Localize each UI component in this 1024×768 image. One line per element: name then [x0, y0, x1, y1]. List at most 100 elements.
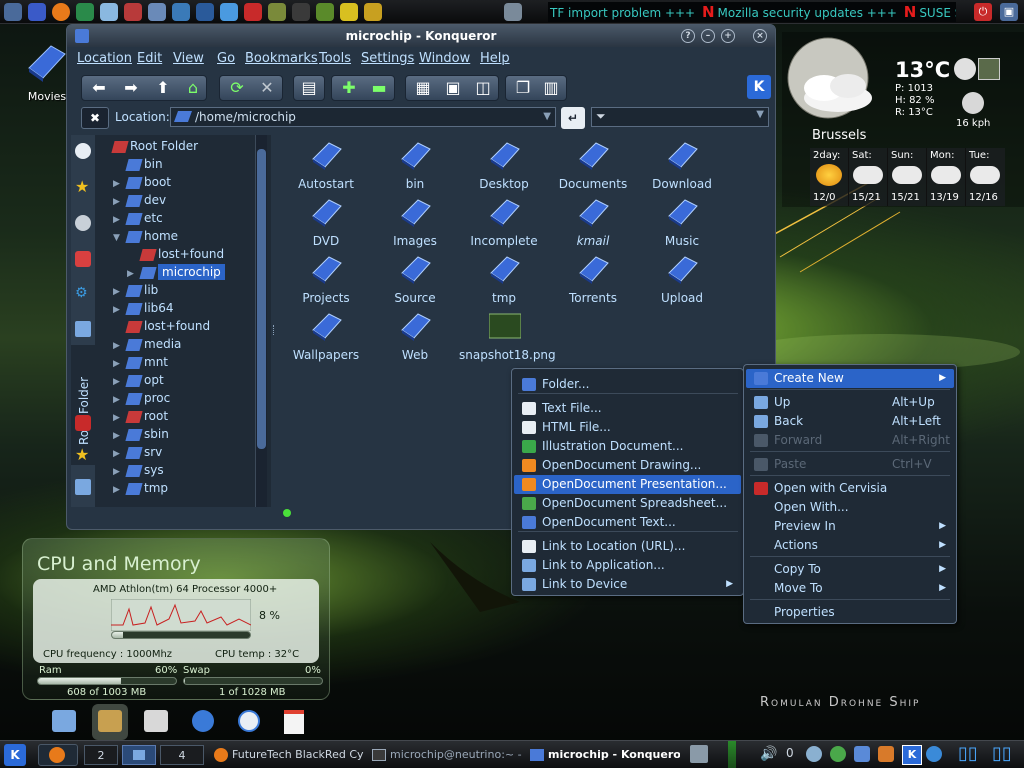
app-icon[interactable] [316, 3, 334, 21]
maximize-button[interactable]: + [721, 29, 735, 43]
tray-icon[interactable] [806, 746, 822, 762]
context-menu-item[interactable]: Actions ▶ [746, 536, 954, 555]
file-item[interactable]: Torrents [548, 253, 638, 309]
menu-bookmarks[interactable]: Bookmarks [245, 51, 318, 66]
network-icon[interactable]: ⚙ [75, 285, 91, 301]
tree-item[interactable]: ▶ sbin [113, 425, 169, 443]
tree-item[interactable]: ▶ lib64 [113, 299, 174, 317]
file-item[interactable]: bin [370, 139, 460, 195]
paste-icon[interactable]: ▥ [536, 76, 566, 100]
desktop-2[interactable]: 2 [84, 745, 118, 765]
task-futuretech[interactable]: FutureTech BlackRed Cyl [214, 745, 364, 765]
tree-item[interactable]: bin [113, 155, 163, 173]
tree-item[interactable]: ▼ home [113, 227, 178, 245]
app-icon[interactable] [100, 3, 118, 21]
context-menu-item[interactable]: Open With... [746, 498, 954, 517]
copy-icon[interactable]: ❐ [508, 76, 538, 100]
go-icon[interactable]: ↵ [561, 107, 585, 129]
expanded-arrow-icon[interactable]: ▼ [113, 229, 127, 247]
app-icon[interactable] [148, 3, 166, 21]
app-icon[interactable] [172, 3, 190, 21]
app-icon[interactable] [28, 3, 46, 21]
app-icon[interactable] [124, 3, 142, 21]
app-icon[interactable] [4, 3, 22, 21]
file-item[interactable]: Wallpapers [281, 310, 371, 366]
trash-icon[interactable] [504, 3, 522, 21]
tree-item[interactable]: ▶ dev [113, 191, 166, 209]
filter-input[interactable]: ⏷ ▼ [591, 107, 769, 127]
context-menu-item[interactable]: Move To ▶ [746, 579, 954, 598]
file-item[interactable]: Autostart [281, 139, 371, 195]
preview-icon[interactable]: ◫ [468, 76, 498, 100]
app-icon[interactable] [364, 3, 382, 21]
star-icon[interactable]: ★ [75, 445, 89, 464]
menu-help[interactable]: Help [480, 51, 510, 66]
create-new-item[interactable]: OpenDocument Drawing... [514, 456, 741, 475]
power-icon[interactable]: ⏻ [974, 3, 992, 21]
file-item[interactable]: Source [370, 253, 460, 309]
calendar-icon[interactable] [284, 710, 304, 734]
media-icon[interactable] [75, 321, 91, 337]
tree-item[interactable]: ▶ mnt [113, 353, 168, 371]
task-terminal[interactable]: microchip@neutrino:~ - Sh [372, 745, 522, 765]
file-item[interactable]: Music [637, 196, 727, 252]
menu-tools[interactable]: Tools [319, 51, 351, 66]
tree-item[interactable]: ▶ microchip [127, 263, 225, 281]
tree-item[interactable]: lost+found [127, 245, 224, 263]
create-new-item[interactable]: OpenDocument Text... [514, 513, 741, 532]
firefox-launcher[interactable] [38, 744, 78, 766]
terminal-icon[interactable] [75, 479, 91, 495]
menu-settings[interactable]: Settings [361, 51, 414, 66]
back-arrow-icon[interactable]: ⬅ [84, 76, 114, 100]
services-icon[interactable] [75, 215, 91, 231]
context-menu-item[interactable]: Copy To ▶ [746, 560, 954, 579]
create-new-item[interactable]: Folder... [514, 375, 741, 394]
clear-location-icon[interactable]: ✖ [81, 107, 109, 129]
forward-arrow-icon[interactable]: ➡ [116, 76, 146, 100]
app-icon[interactable] [340, 3, 358, 21]
tree-item[interactable]: ▶ tmp [113, 479, 168, 497]
file-item[interactable]: snapshot18.png [459, 310, 556, 366]
tray-icon[interactable] [830, 746, 846, 762]
location-input[interactable]: /home/microchip ▼ [170, 107, 556, 127]
create-new-item[interactable]: Link to Application... [514, 556, 741, 575]
file-item[interactable]: kmail [548, 196, 638, 252]
tray-icon[interactable] [854, 746, 870, 762]
context-menu-item[interactable]: Preview In ▶ [746, 517, 954, 536]
app-icon[interactable] [292, 3, 310, 21]
window-titlebar[interactable]: microchip - Konqueror ? – + × [67, 25, 775, 47]
context-menu-item[interactable]: Properties [746, 603, 954, 622]
file-item[interactable]: Images [370, 196, 460, 252]
file-item[interactable]: Download [637, 139, 727, 195]
menu-location[interactable]: Location [77, 51, 132, 66]
task-konqueror[interactable]: microchip - Konqueror [530, 745, 680, 765]
desktop-4[interactable]: 4 [160, 745, 204, 765]
create-new-item[interactable]: Illustration Document... [514, 437, 741, 456]
clock-icon[interactable] [238, 710, 260, 732]
file-item[interactable]: Incomplete [459, 196, 549, 252]
create-new-item[interactable]: Link to Device ▶ [514, 575, 741, 594]
news-ticker[interactable]: TF import problem +++ N Mozilla security … [548, 2, 956, 22]
home-folder-icon[interactable] [75, 251, 91, 267]
tree-item[interactable]: ▶ etc [113, 209, 163, 227]
history-icon[interactable] [75, 143, 91, 159]
tree-item[interactable]: ▶ boot [113, 173, 171, 191]
app-icon[interactable] [268, 3, 286, 21]
help-icon[interactable]: ? [681, 29, 695, 43]
package-icon[interactable] [98, 710, 122, 732]
file-item[interactable]: Desktop [459, 139, 549, 195]
app-icon[interactable] [196, 3, 214, 21]
network-globe-icon[interactable] [192, 710, 214, 732]
tree-scrollbar[interactable] [255, 135, 267, 507]
close-button[interactable]: × [753, 29, 767, 43]
tree-item[interactable]: ▶ lib [113, 281, 158, 299]
file-item[interactable]: Upload [637, 253, 727, 309]
tree-item[interactable]: ▶ srv [113, 443, 162, 461]
menu-edit[interactable]: Edit [137, 51, 162, 66]
tree-item[interactable]: Root Folder [99, 137, 198, 155]
window-menu-icon[interactable] [75, 29, 89, 43]
lock-icon[interactable]: ▣ [1000, 3, 1018, 21]
scrollbar-thumb[interactable] [257, 149, 266, 449]
detail-view-icon[interactable]: ▣ [438, 76, 468, 100]
tray-icon[interactable] [878, 746, 894, 762]
